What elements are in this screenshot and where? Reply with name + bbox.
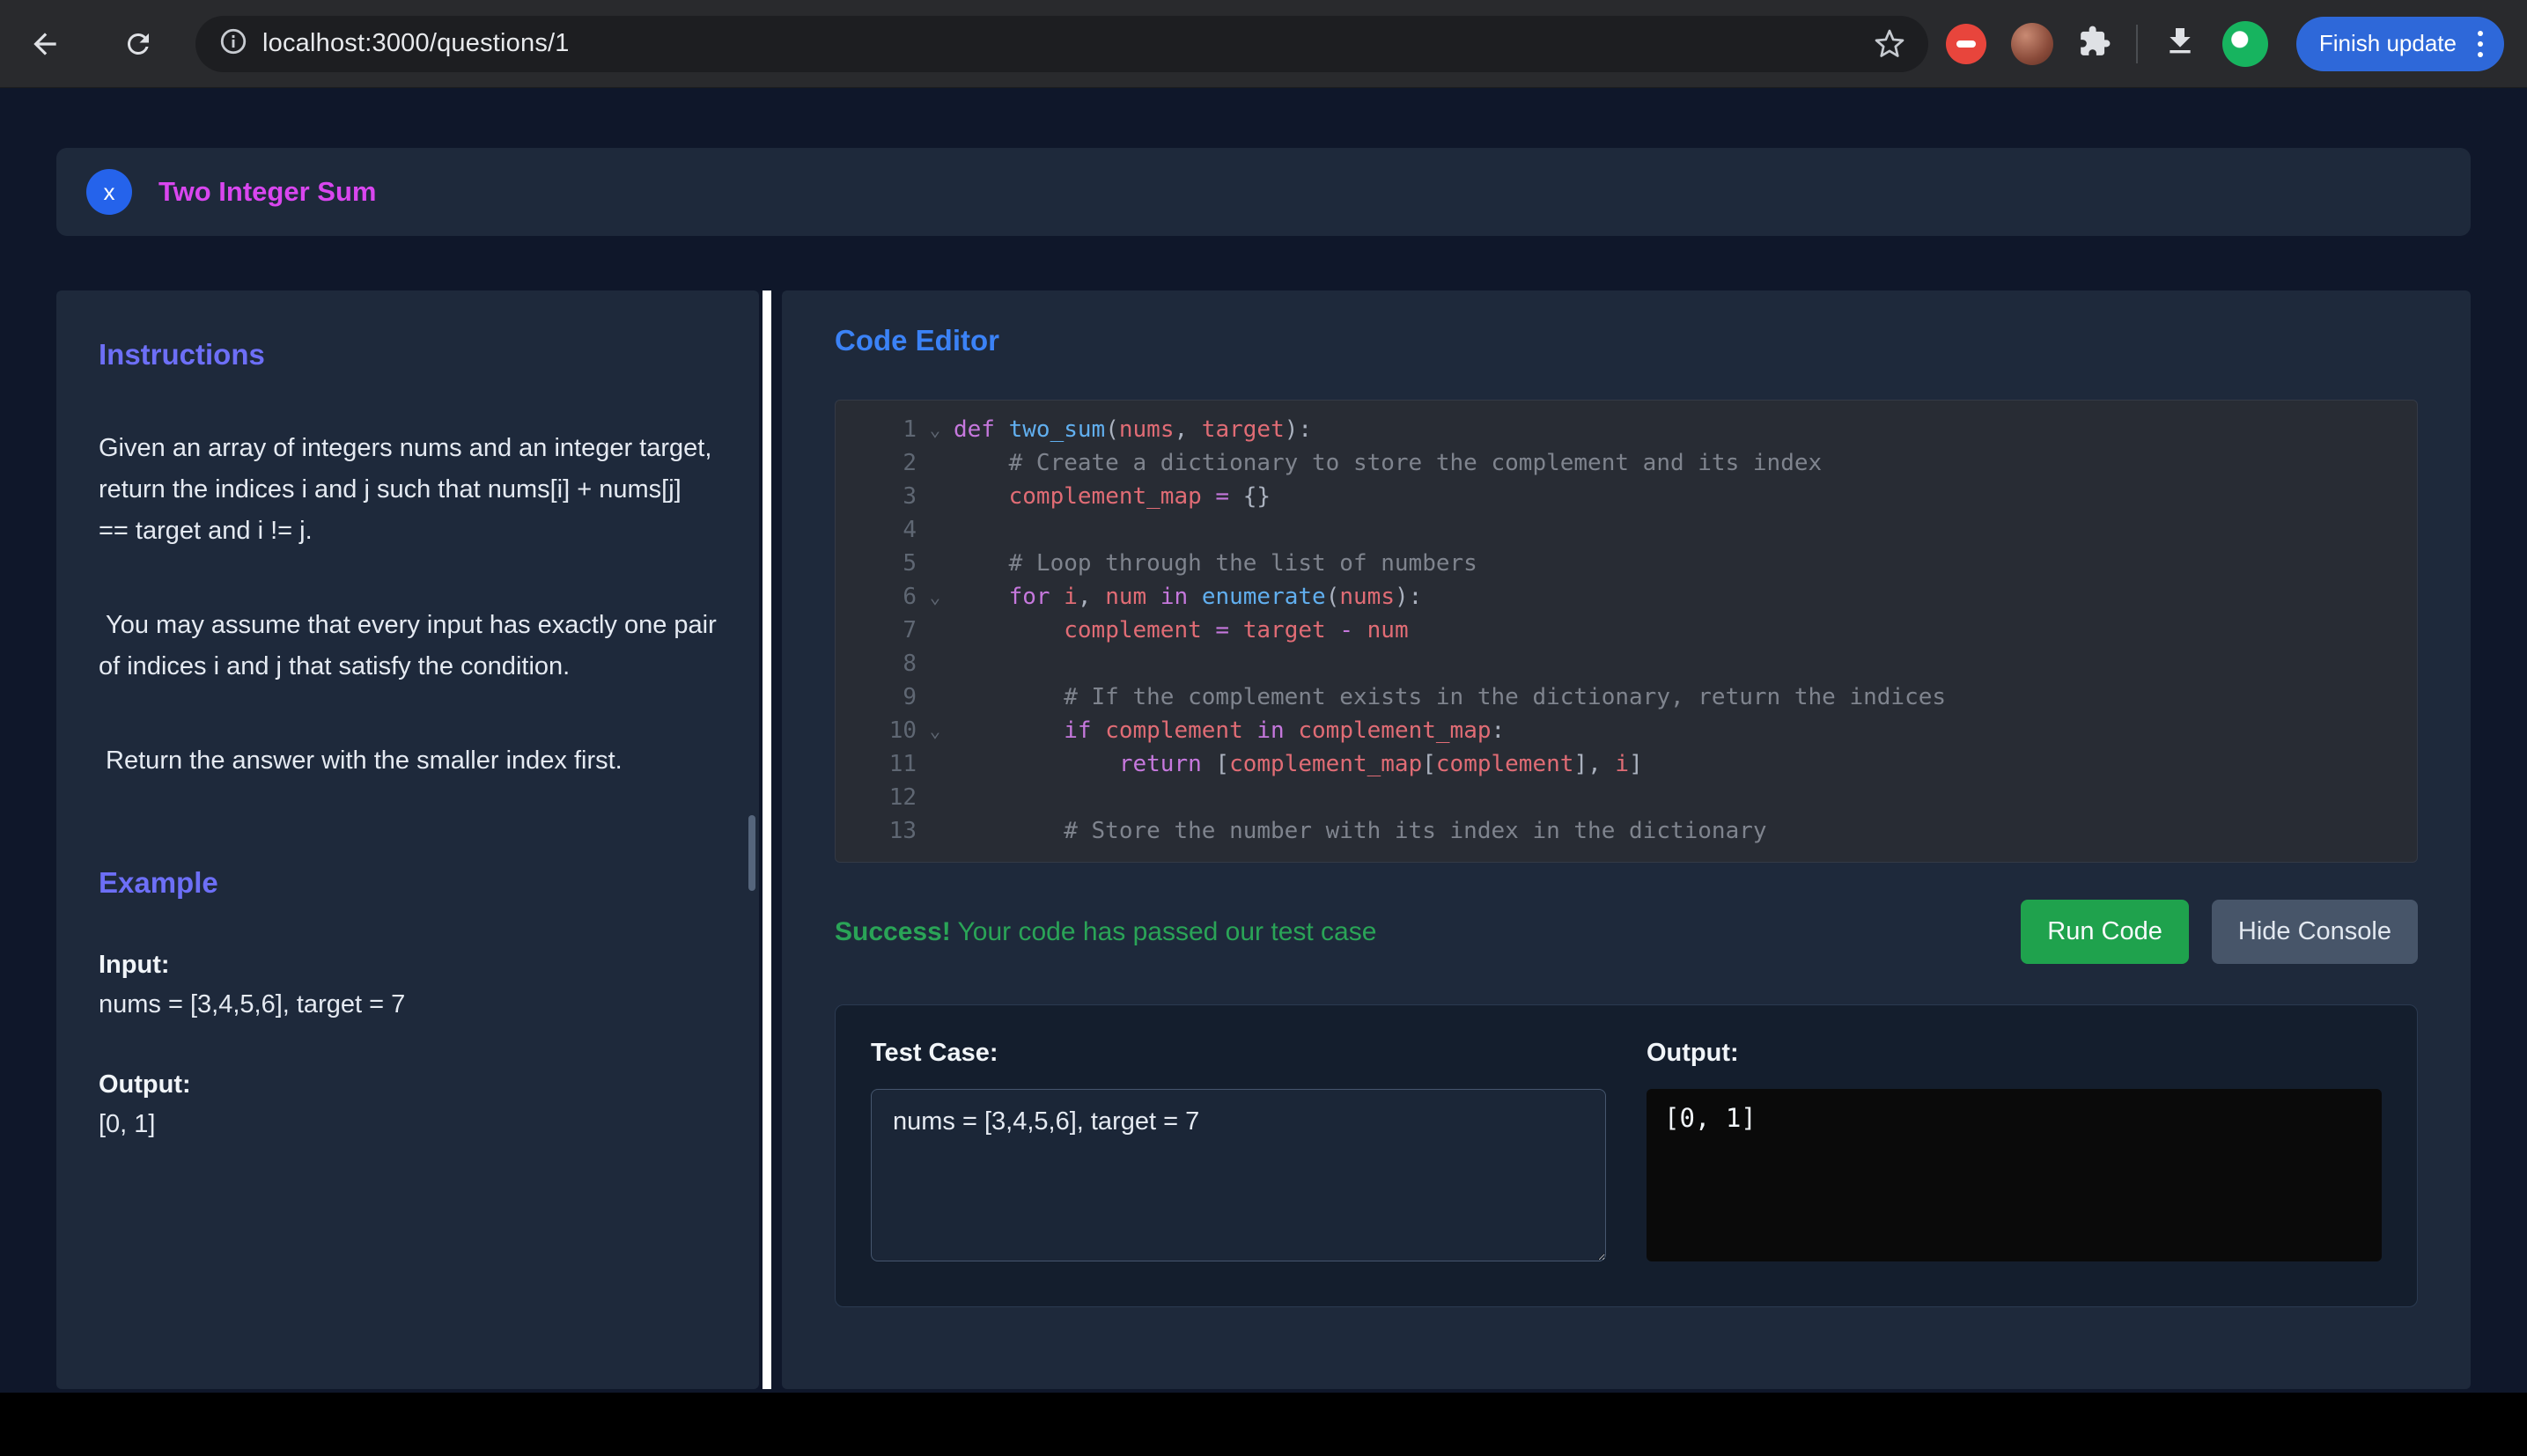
console-panel: Test Case: nums = [3,4,5,6], target = 7 … (835, 1004, 2418, 1307)
code-line[interactable]: 1⌄def two_sum(nums, target): (836, 413, 2417, 446)
action-buttons: Run Code Hide Console (2021, 900, 2418, 964)
finish-update-label: Finish update (2319, 30, 2457, 57)
code-line[interactable]: 8 (836, 647, 2417, 680)
scrollbar-thumb[interactable] (748, 815, 755, 891)
success-message-bold: Success! (835, 917, 951, 946)
fold-gutter (917, 547, 954, 580)
code-line[interactable]: 12 (836, 781, 2417, 814)
fold-chevron-icon[interactable]: ⌄ (917, 714, 954, 747)
code-line[interactable]: 10⌄ if complement in complement_map: (836, 714, 2417, 747)
console-output-label: Output: (1647, 1039, 2382, 1068)
back-icon (28, 27, 62, 61)
code-line[interactable]: 2 # Create a dictionary to store the com… (836, 446, 2417, 480)
fold-gutter (917, 614, 954, 647)
reload-icon (122, 28, 154, 60)
toolbar-divider (2136, 25, 2138, 63)
download-icon[interactable] (2162, 24, 2198, 63)
question-title: Two Integer Sum (158, 176, 376, 208)
fold-gutter (917, 513, 954, 547)
example-output-label: Output: (99, 1070, 717, 1099)
run-code-button[interactable]: Run Code (2021, 900, 2189, 964)
console-output-value: [0, 1] (1647, 1089, 2382, 1261)
main-content: Instructions Given an array of integers … (56, 290, 2471, 1389)
test-case-label: Test Case: (871, 1039, 1606, 1068)
fold-gutter (917, 781, 954, 814)
page-info-icon[interactable] (218, 26, 248, 61)
toolbar-right-cluster: Finish update (1946, 17, 2508, 71)
code-line[interactable]: 7 complement = target - num (836, 614, 2417, 647)
code-line[interactable]: 13 # Store the number with its index in … (836, 814, 2417, 848)
extension-avatar-icon[interactable] (2011, 23, 2053, 65)
fold-chevron-icon[interactable]: ⌄ (917, 413, 954, 446)
example-input-value: nums = [3,4,5,6], target = 7 (99, 990, 717, 1019)
finish-update-button[interactable]: Finish update (2296, 17, 2504, 71)
back-button[interactable] (19, 18, 70, 70)
fold-gutter (917, 647, 954, 680)
instructions-heading: Instructions (99, 338, 717, 371)
fold-gutter (917, 747, 954, 781)
code-line[interactable]: 5 # Loop through the list of numbers (836, 547, 2417, 580)
example-heading: Example (99, 866, 717, 900)
panel-resize-divider[interactable] (763, 290, 771, 1389)
question-badge: x (86, 169, 132, 215)
instructions-paragraph: Return the answer with the smaller index… (99, 740, 717, 782)
instructions-panel: Instructions Given an array of integers … (56, 290, 759, 1389)
fold-gutter (917, 446, 954, 480)
code-editor[interactable]: 1⌄def two_sum(nums, target):2 # Create a… (835, 400, 2418, 863)
extensions-puzzle-icon[interactable] (2078, 25, 2111, 63)
code-line[interactable]: 6⌄ for i, num in enumerate(nums): (836, 580, 2417, 614)
browser-window: localhost:3000/questions/1 Finish update (0, 0, 2527, 1456)
success-message: Success! Your code has passed our test c… (835, 917, 1376, 947)
success-message-rest: Your code has passed our test case (951, 917, 1377, 946)
code-editor-heading: Code Editor (835, 324, 2418, 357)
address-bar[interactable]: localhost:3000/questions/1 (195, 16, 1928, 72)
browser-toolbar: localhost:3000/questions/1 Finish update (0, 0, 2527, 88)
code-line[interactable]: 11 return [complement_map[complement], i… (836, 747, 2417, 781)
test-case-input[interactable]: nums = [3,4,5,6], target = 7 (871, 1089, 1606, 1261)
extension-red-icon[interactable] (1946, 24, 1986, 64)
example-output-value: [0, 1] (99, 1110, 717, 1139)
code-line[interactable]: 9 # If the complement exists in the dict… (836, 680, 2417, 714)
test-case-section: Test Case: nums = [3,4,5,6], target = 7 (871, 1039, 1606, 1266)
fold-gutter (917, 814, 954, 848)
reload-button[interactable] (113, 18, 164, 70)
fold-gutter (917, 480, 954, 513)
code-line[interactable]: 3 complement_map = {} (836, 480, 2417, 513)
app-page: x Two Integer Sum Instructions Given an … (0, 88, 2527, 1393)
instructions-paragraph: You may assume that every input has exac… (99, 605, 717, 688)
status-row: Success! Your code has passed our test c… (835, 900, 2418, 964)
page-footer-strip (0, 1393, 2527, 1456)
instructions-paragraph: Given an array of integers nums and an i… (99, 428, 717, 552)
hide-console-button[interactable]: Hide Console (2212, 900, 2418, 964)
code-editor-panel: Code Editor 1⌄def two_sum(nums, target):… (782, 290, 2471, 1389)
bookmark-star-icon[interactable] (1874, 28, 1905, 60)
example-input-label: Input: (99, 951, 717, 980)
question-header-card: x Two Integer Sum (56, 148, 2471, 236)
output-section: Output: [0, 1] (1647, 1039, 2382, 1266)
more-menu-icon[interactable] (2471, 26, 2490, 63)
url-text: localhost:3000/questions/1 (262, 29, 570, 58)
code-line[interactable]: 4 (836, 513, 2417, 547)
code-lines: 1⌄def two_sum(nums, target):2 # Create a… (836, 413, 2417, 848)
fold-gutter (917, 680, 954, 714)
profile-avatar[interactable] (2222, 21, 2268, 67)
fold-chevron-icon[interactable]: ⌄ (917, 580, 954, 614)
